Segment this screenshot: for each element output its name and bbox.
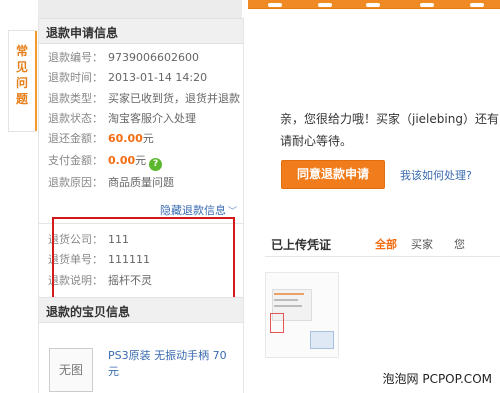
refund-number: 9739006602600 <box>108 51 199 64</box>
how-to-handle-link[interactable]: 我该如何处理? <box>400 167 472 183</box>
refund-status: 淘宝客服介入处理 <box>108 112 196 125</box>
refund-time: 2013-01-14 14:20 <box>108 71 208 84</box>
field-label: 退还金额： <box>48 132 103 145</box>
product-info-title: 退款的宝贝信息 <box>46 305 131 319</box>
tab-all[interactable]: 全部 <box>375 236 397 252</box>
faq-tab-accent <box>35 31 37 131</box>
hide-refund-info-label: 隐藏退款信息 <box>160 204 226 217</box>
paid-amount-row: 支付金额： 0.00元? <box>48 152 163 171</box>
proof-tabs-divider <box>265 256 500 257</box>
top-orange-bar <box>248 0 500 9</box>
refund-time-row: 退款时间： 2013-01-14 14:20 <box>48 69 207 85</box>
tab-you[interactable]: 您 <box>454 236 465 252</box>
top-strip-left <box>38 0 242 18</box>
refund-info-panel: 退款申请信息 退款编号： 9739006602600 退款时间： 2013-01-1… <box>38 18 244 393</box>
top-bar-item <box>420 3 434 7</box>
product-name-link[interactable]: PS3原装 无振动手柄 70元 <box>108 348 236 380</box>
tab-buyer[interactable]: 买家 <box>411 236 433 252</box>
field-label: 退款类型： <box>48 92 103 105</box>
help-check-icon[interactable]: ? <box>149 158 163 171</box>
refund-number-row: 退款编号： 9739006602600 <box>48 49 199 65</box>
thumb-line <box>274 293 304 295</box>
refund-amount-row: 退还金额： 60.00元 <box>48 130 154 146</box>
refund-info-header: 退款申请信息 <box>39 18 243 44</box>
hide-refund-info-link[interactable]: 隐藏退款信息 ﹀ <box>160 202 237 218</box>
agree-refund-button[interactable]: 同意退款申请 <box>281 160 385 189</box>
field-label: 退款状态： <box>48 112 103 125</box>
thumb-highlight <box>270 313 284 333</box>
thumb-line <box>274 299 298 301</box>
no-image-placeholder: 无图 <box>49 348 93 392</box>
product-info-header: 退款的宝贝信息 <box>39 297 243 323</box>
top-bar-item <box>318 3 332 7</box>
field-label: 退款编号： <box>48 51 103 64</box>
currency-unit: 元 <box>142 132 154 145</box>
refund-type-row: 退款类型： 买家已收到货，退货并退款 <box>48 90 240 106</box>
notice-line-1: 亲，您很给力哦！买家（jielebing）还有 0 <box>280 112 500 126</box>
top-bar-item <box>366 3 380 7</box>
refund-type: 买家已收到货，退货并退款 <box>108 92 240 105</box>
refund-status-row: 退款状态： 淘宝客服介入处理 <box>48 110 196 126</box>
paid-amount: 0.00 <box>108 154 136 167</box>
chevron-down-icon: ﹀ <box>228 207 238 217</box>
refund-reason: 商品质量问题 <box>108 176 174 189</box>
top-bar-item <box>470 3 484 7</box>
uploaded-proof-title: 已上传凭证 <box>271 238 332 252</box>
refund-amount: 60.00 <box>108 132 143 145</box>
top-bar-item <box>268 3 282 7</box>
proof-thumbnail[interactable] <box>265 272 339 358</box>
site-watermark: 泡泡网 PCPOP.COM <box>382 372 492 386</box>
status-notice: 亲，您很给力哦！买家（jielebing）还有 0 请耐心等待。 <box>280 108 500 152</box>
refund-info-title: 退款申请信息 <box>46 26 119 40</box>
field-label: 退款原因： <box>48 176 103 189</box>
faq-side-tab[interactable]: 常见问题 <box>8 30 37 132</box>
refund-reason-row: 退款原因： 商品质量问题 <box>48 174 174 190</box>
thumb-line <box>274 305 302 307</box>
notice-line-2: 请耐心等待。 <box>280 134 353 148</box>
field-label: 支付金额： <box>48 154 103 167</box>
faq-tab-label: 常见问题 <box>15 44 28 106</box>
currency-unit: 元 <box>135 154 147 167</box>
field-label: 退款时间： <box>48 71 103 84</box>
top-strip <box>0 0 500 18</box>
thumb-popup <box>310 331 334 349</box>
